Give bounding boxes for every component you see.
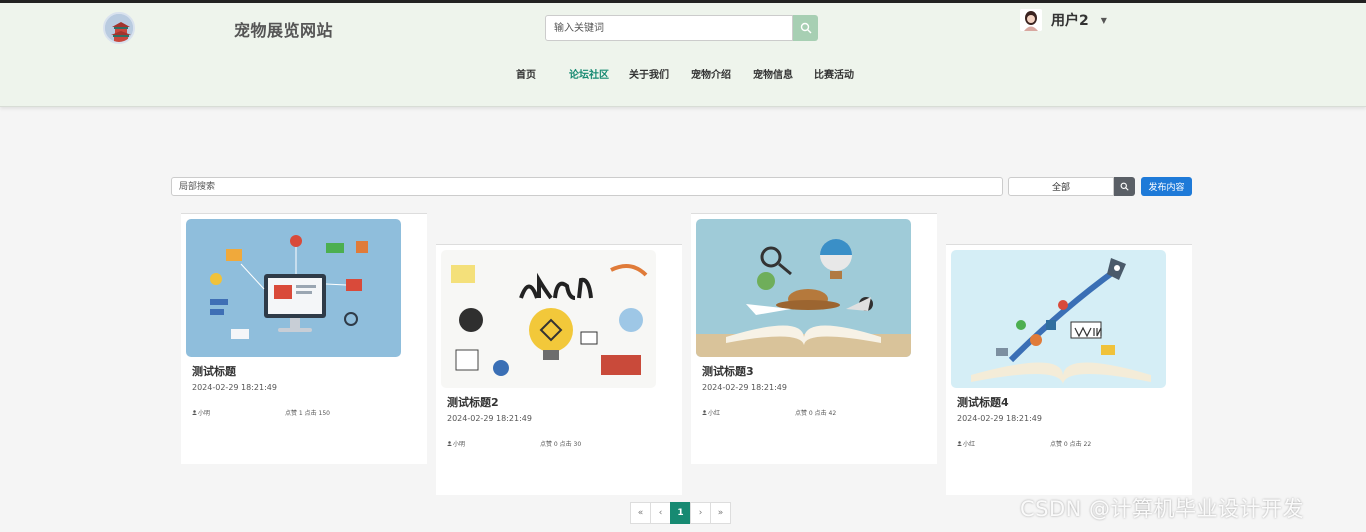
- post-stats: 点赞 0 点击 22: [1050, 441, 1092, 448]
- publish-button[interactable]: 发布内容: [1141, 177, 1192, 196]
- post-author: 小红: [957, 439, 975, 448]
- nav-home[interactable]: 首页: [516, 66, 536, 81]
- post-date: 2024-02-29 18:21:49: [447, 414, 532, 423]
- user-icon: [957, 441, 962, 446]
- page-current-button[interactable]: 1: [670, 502, 691, 524]
- post-author-name: 小明: [198, 410, 211, 417]
- post-date: 2024-02-29 18:21:49: [192, 383, 277, 392]
- category-select[interactable]: 全部: [1008, 177, 1114, 196]
- nav-forum[interactable]: 论坛社区: [569, 66, 609, 81]
- user-name: 用户2: [1051, 13, 1089, 29]
- post-author-name: 小明: [453, 441, 466, 448]
- post-title[interactable]: 测试标题: [192, 363, 236, 379]
- post-image[interactable]: [186, 219, 401, 357]
- search-icon: [800, 22, 811, 34]
- search-icon: [1120, 182, 1129, 191]
- nav-competitions[interactable]: 比赛活动: [814, 66, 854, 81]
- post-title[interactable]: 测试标题3: [702, 363, 754, 379]
- post-image[interactable]: [696, 219, 911, 357]
- post-author-name: 小红: [708, 410, 721, 417]
- global-search-button[interactable]: [793, 15, 818, 41]
- post-title[interactable]: 测试标题4: [957, 394, 1009, 410]
- nav-pet-intro[interactable]: 宠物介绍: [691, 66, 731, 81]
- user-icon: [192, 410, 197, 415]
- post-card[interactable]: 测试标题2 2024-02-29 18:21:49 小明 点赞 0 点击 30: [436, 244, 682, 495]
- post-card[interactable]: 测试标题3 2024-02-29 18:21:49 小红 点赞 0 点击 42: [691, 213, 937, 464]
- chevron-down-icon[interactable]: ▼: [1101, 16, 1107, 25]
- nav-about[interactable]: 关于我们: [629, 66, 669, 81]
- page-prev-button[interactable]: ‹: [650, 502, 671, 524]
- pagination: « ‹ 1 › »: [630, 502, 731, 524]
- post-author: 小明: [447, 439, 465, 448]
- user-icon: [702, 410, 707, 415]
- site-title: 宠物展览网站: [234, 21, 334, 40]
- post-card[interactable]: 测试标题 2024-02-29 18:21:49 小明 点赞 1 点击 150: [181, 213, 427, 464]
- user-icon: [447, 441, 452, 446]
- page-next-button[interactable]: ›: [690, 502, 711, 524]
- post-author: 小红: [702, 408, 720, 417]
- post-image[interactable]: [951, 250, 1166, 388]
- global-search-input[interactable]: [545, 15, 793, 41]
- page-last-button[interactable]: »: [710, 502, 731, 524]
- user-avatar: [1020, 9, 1042, 31]
- post-stats: 点赞 0 点击 42: [795, 410, 837, 417]
- post-card[interactable]: 测试标题4 2024-02-29 18:21:49 小红 点赞 0 点击 22: [946, 244, 1192, 495]
- site-header: 宠物展览网站 用户2 ▼ 首页 论坛社区 关于我们 宠物介绍 宠物信息 比赛活动: [0, 3, 1366, 107]
- main-nav: 首页 论坛社区 关于我们 宠物介绍 宠物信息 比赛活动: [0, 66, 1366, 84]
- page-first-button[interactable]: «: [630, 502, 651, 524]
- post-image[interactable]: [441, 250, 656, 388]
- post-date: 2024-02-29 18:21:49: [702, 383, 787, 392]
- post-date: 2024-02-29 18:21:49: [957, 414, 1042, 423]
- local-search-button[interactable]: [1114, 177, 1135, 196]
- watermark: CSDN @计算机毕业设计开发: [1020, 497, 1305, 521]
- post-title[interactable]: 测试标题2: [447, 394, 499, 410]
- user-menu[interactable]: 用户2 ▼: [1020, 9, 1107, 31]
- post-author: 小明: [192, 408, 210, 417]
- local-search-input[interactable]: [171, 177, 1003, 196]
- post-stats: 点赞 1 点击 150: [285, 410, 330, 417]
- post-stats: 点赞 0 点击 30: [540, 441, 582, 448]
- nav-pet-info[interactable]: 宠物信息: [753, 66, 793, 81]
- site-logo[interactable]: [103, 12, 135, 44]
- post-author-name: 小红: [963, 441, 976, 448]
